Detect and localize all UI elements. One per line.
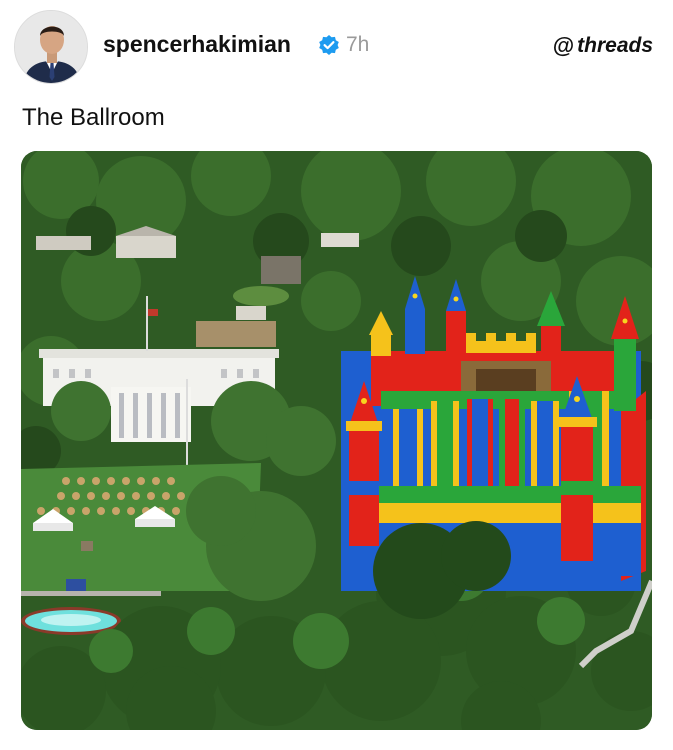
- photo-image: [21, 151, 652, 730]
- threads-brand-label: threads: [577, 34, 653, 57]
- post-photo[interactable]: [21, 151, 652, 730]
- post-caption: The Ballroom: [22, 104, 165, 131]
- avatar[interactable]: [14, 10, 88, 84]
- threads-logo-icon: @: [552, 33, 575, 58]
- avatar-image: [15, 11, 87, 83]
- post-timestamp: 7h: [346, 33, 370, 56]
- verified-badge-icon: [318, 34, 340, 56]
- username[interactable]: spencerhakimian: [103, 31, 291, 58]
- threads-post: spencerhakimian 7h @ threads The Ballroo…: [0, 0, 673, 750]
- threads-brand: @ threads: [553, 33, 653, 59]
